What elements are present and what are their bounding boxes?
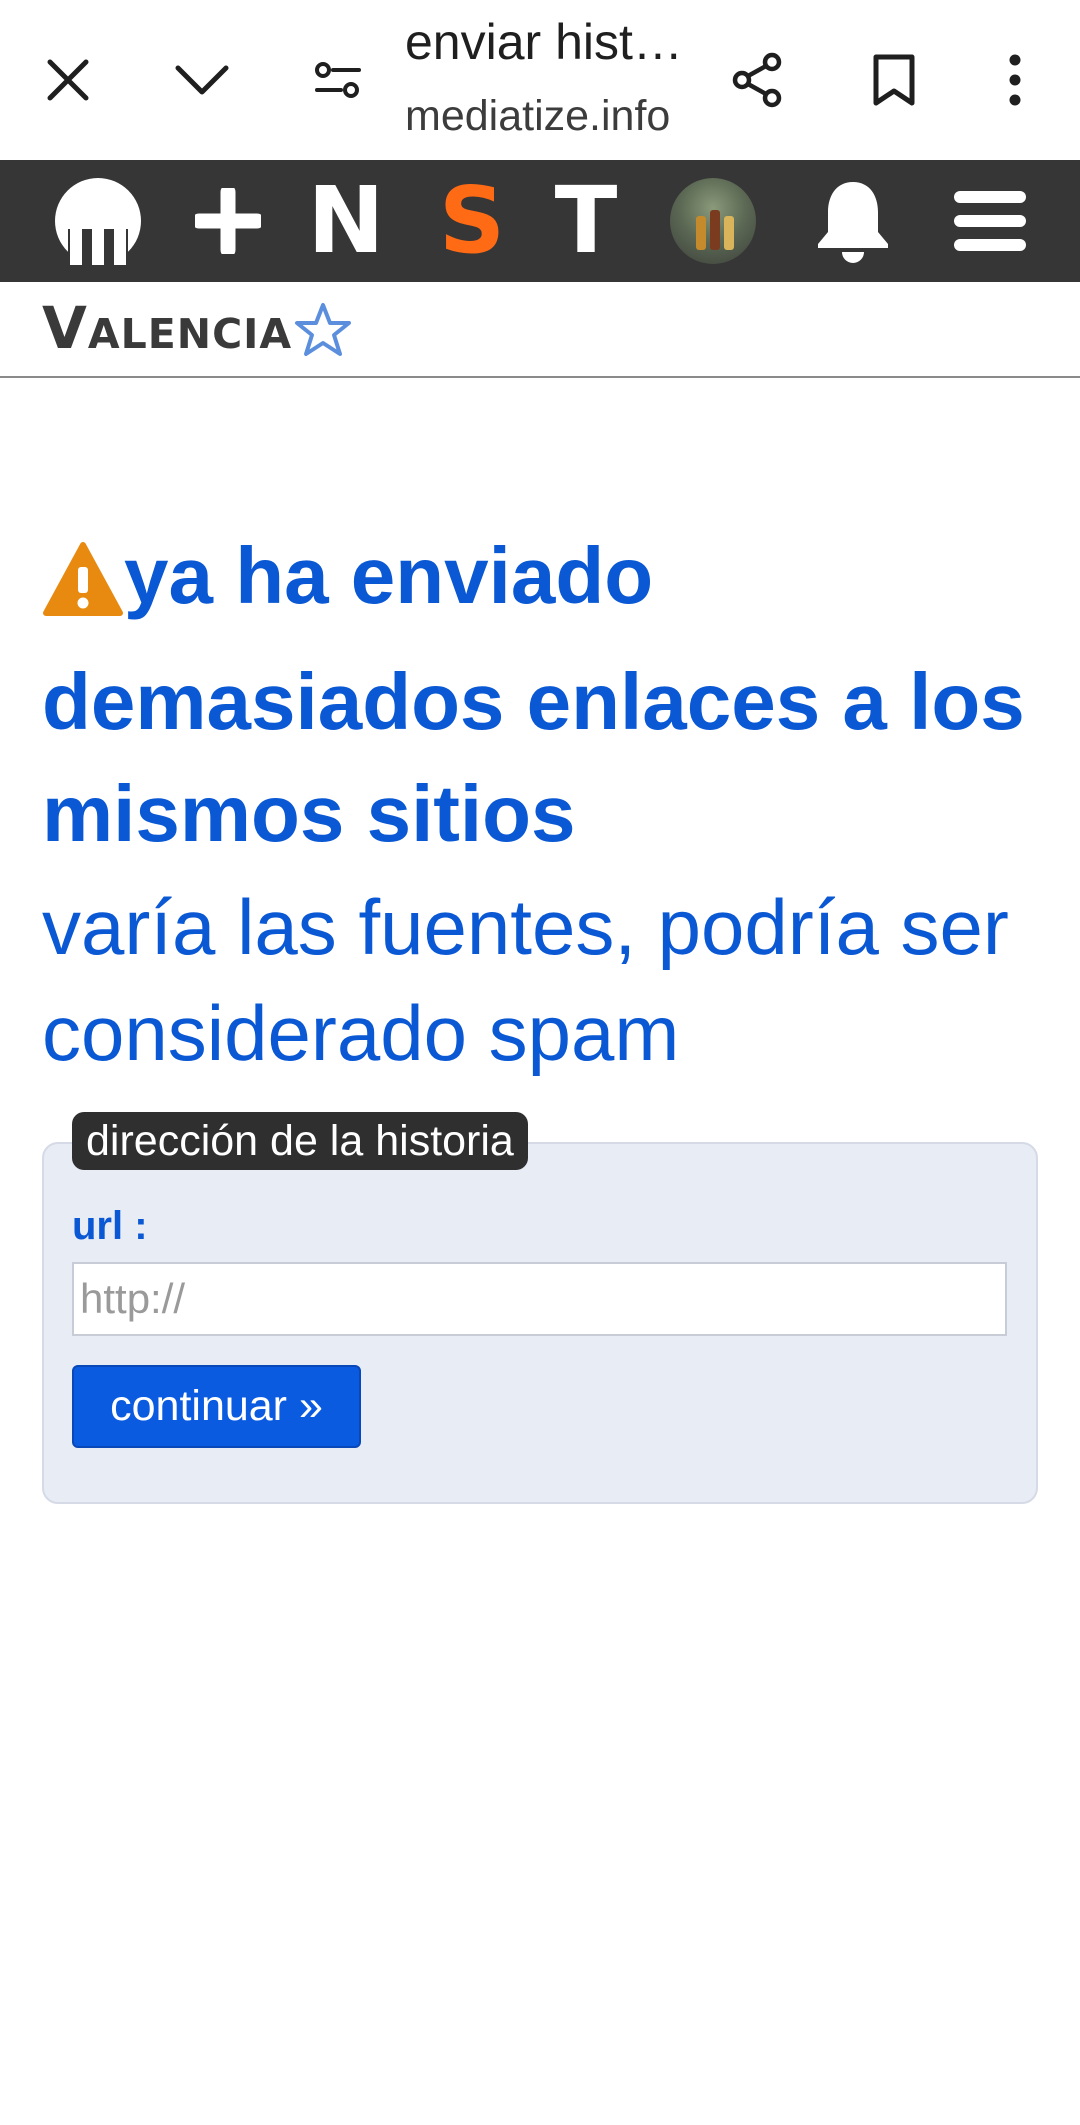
browser-toolbar: enviar historia mediatize.info bbox=[0, 0, 1080, 160]
more-vert-icon[interactable] bbox=[975, 40, 1055, 120]
nav-s-letter: S bbox=[438, 167, 506, 274]
url-input[interactable] bbox=[72, 1262, 1007, 1336]
page-settings-icon[interactable] bbox=[298, 40, 378, 120]
avatar bbox=[670, 178, 756, 264]
warning-title-line: ya ha enviado demasiados enlaces a los m… bbox=[42, 520, 1042, 870]
continue-button[interactable]: continuar » bbox=[72, 1365, 361, 1448]
page-title: enviar historia bbox=[405, 14, 705, 70]
nav-t[interactable]: T bbox=[546, 160, 626, 282]
close-icon[interactable] bbox=[28, 40, 108, 120]
warning-title: ya ha enviado demasiados enlaces a los m… bbox=[42, 531, 1025, 858]
url-label: url : bbox=[72, 1204, 148, 1248]
share-icon[interactable] bbox=[718, 40, 798, 120]
star-outline-icon[interactable] bbox=[294, 302, 352, 363]
warning-icon bbox=[42, 534, 124, 646]
warning-subtitle: varía las fuentes, podría ser considerad… bbox=[42, 883, 1009, 1077]
chevron-down-icon[interactable] bbox=[162, 40, 242, 120]
page-domain: mediatize.info bbox=[405, 92, 671, 140]
nav-new-letter: N bbox=[307, 167, 385, 274]
site-nav-bar: N S T bbox=[0, 160, 1080, 282]
plus-icon[interactable] bbox=[188, 160, 268, 282]
bell-icon[interactable] bbox=[808, 160, 898, 282]
bookmark-icon[interactable] bbox=[854, 40, 934, 120]
nav-t-letter: T bbox=[554, 167, 618, 274]
fieldset-legend: dirección de la historia bbox=[72, 1112, 528, 1170]
sub-site-title[interactable]: Valencia bbox=[42, 294, 292, 362]
tab-title-block[interactable]: enviar historia mediatize.info bbox=[405, 6, 705, 146]
nav-s[interactable]: S bbox=[432, 160, 512, 282]
warning-block: ya ha enviado demasiados enlaces a los m… bbox=[42, 520, 1042, 1086]
nav-new[interactable]: N bbox=[306, 160, 386, 282]
user-avatar-button[interactable] bbox=[668, 160, 758, 282]
logo-icon[interactable] bbox=[50, 160, 146, 282]
sub-header: Valencia bbox=[0, 282, 1080, 378]
menu-icon[interactable] bbox=[944, 160, 1036, 282]
